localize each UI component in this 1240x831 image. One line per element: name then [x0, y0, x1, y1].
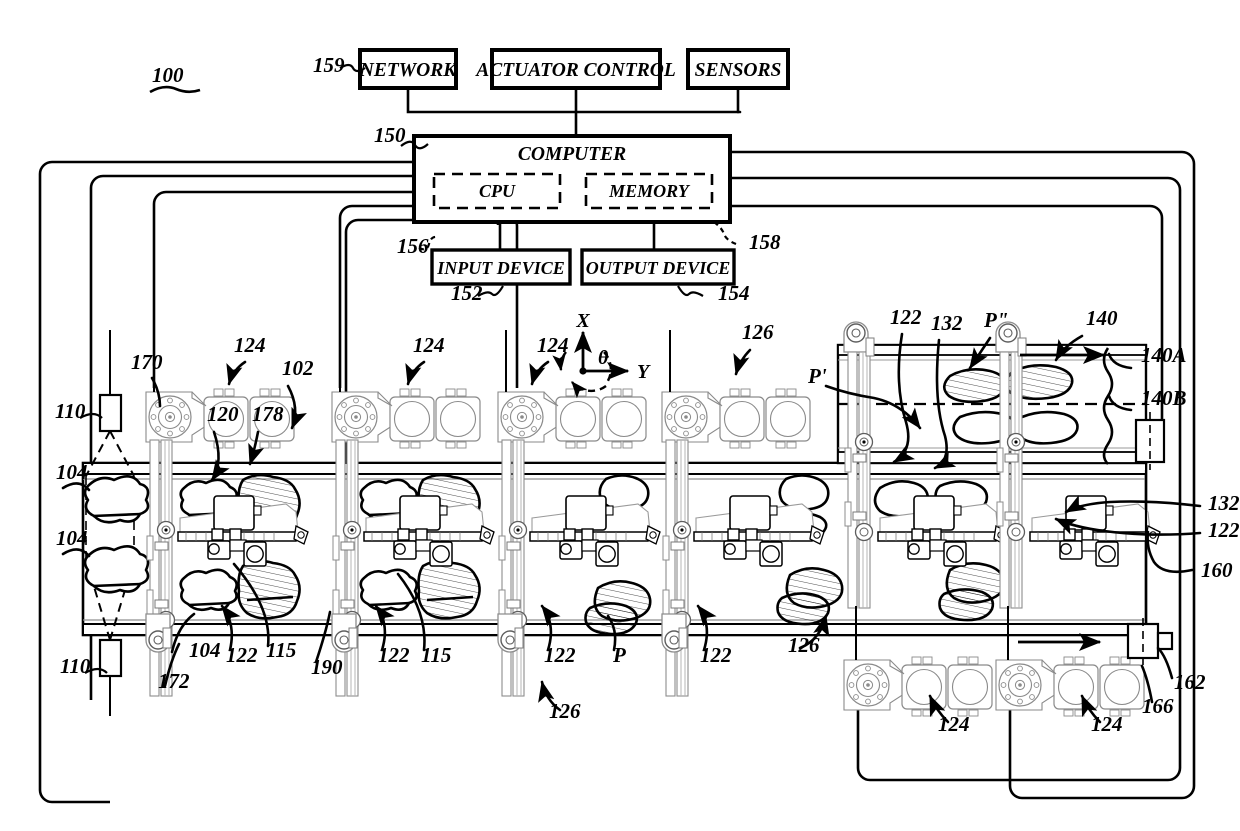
- memory-label: MEMORY: [608, 181, 691, 201]
- axis-theta-label: θ: [598, 347, 609, 369]
- callout-P-double-prime: Pʺ: [983, 308, 1009, 332]
- callout-110-b: 110: [60, 654, 91, 678]
- axis-y-label: Y: [637, 361, 651, 383]
- scanner-head-top: [98, 393, 123, 433]
- callout-P-prime: P': [807, 364, 827, 388]
- patent-figure: NETWORK ACTUATOR CONTROL SENSORS COMPUTE…: [0, 0, 1240, 831]
- product-piece-hatched: [417, 559, 481, 620]
- cpu-label: CPU: [479, 181, 516, 201]
- callout-115-a: 115: [266, 638, 296, 662]
- sensors-label: SENSORS: [695, 60, 782, 81]
- output-device-label: OUTPUT DEVICE: [586, 258, 731, 278]
- outfeed-conveyor-140: [836, 343, 1148, 465]
- callout-102: 102: [282, 356, 314, 380]
- computer-label: COMPUTER: [518, 144, 626, 165]
- callout-140B: 140B: [1141, 386, 1187, 410]
- callout-122-b: 122: [378, 643, 410, 667]
- callout-124-a: 124: [234, 333, 266, 357]
- callout-140A: 140A: [1141, 343, 1187, 367]
- callout-170: 170: [131, 350, 163, 374]
- product-piece-P-double-prime: [942, 368, 1007, 404]
- callout-104-c: 104: [189, 638, 221, 662]
- callout-P: P: [612, 643, 626, 667]
- product-piece: [1014, 410, 1079, 445]
- actuator-control-label: ACTUATOR CONTROL: [474, 60, 676, 81]
- connector-162: [1156, 631, 1174, 651]
- callout-104-b: 104: [56, 526, 88, 550]
- callout-120: 120: [207, 402, 239, 426]
- callout-122-e: 122: [890, 305, 922, 329]
- junction-box-166: [1126, 622, 1160, 660]
- callout-178: 178: [252, 402, 284, 426]
- input-device-label: INPUT DEVICE: [436, 258, 565, 278]
- callout-160: 160: [1201, 558, 1233, 582]
- callout-110-a: 110: [55, 399, 86, 423]
- callout-172: 172: [158, 669, 190, 693]
- callout-152: 152: [451, 281, 483, 305]
- callout-126-c: 126: [549, 699, 581, 723]
- callout-124-b: 124: [413, 333, 445, 357]
- product-piece-hatched: [776, 592, 831, 626]
- callout-190: 190: [311, 655, 343, 679]
- callout-115-b: 115: [421, 643, 451, 667]
- callout-132-b: 132: [1208, 491, 1240, 515]
- callout-132-a: 132: [931, 311, 963, 335]
- callout-166: 166: [1142, 694, 1174, 718]
- callout-162: 162: [1174, 670, 1206, 694]
- callout-140: 140: [1086, 306, 1118, 330]
- callout-100: 100: [152, 63, 184, 87]
- callout-159: 159: [313, 53, 345, 77]
- callout-150: 150: [374, 123, 406, 147]
- callout-126-a: 126: [742, 320, 774, 344]
- product-piece: [778, 474, 830, 511]
- callout-154: 154: [718, 281, 750, 305]
- callout-124-c: 124: [537, 333, 569, 357]
- axis-x-label: X: [575, 310, 590, 332]
- product-piece-hatched: [938, 588, 995, 622]
- callout-124-e: 124: [1091, 712, 1123, 736]
- callout-126-b: 126: [788, 633, 820, 657]
- callout-122-a: 122: [226, 643, 258, 667]
- callout-122-f: 122: [1208, 518, 1240, 542]
- callout-122-c: 122: [544, 643, 576, 667]
- callout-104-a: 104: [56, 460, 88, 484]
- callout-156: 156: [397, 234, 429, 258]
- product-piece-hatched: [237, 559, 301, 620]
- callout-158: 158: [749, 230, 781, 254]
- product-piece: [598, 474, 650, 511]
- callout-124-d: 124: [938, 712, 970, 736]
- network-label: NETWORK: [359, 60, 458, 81]
- callout-122-d: 122: [700, 643, 732, 667]
